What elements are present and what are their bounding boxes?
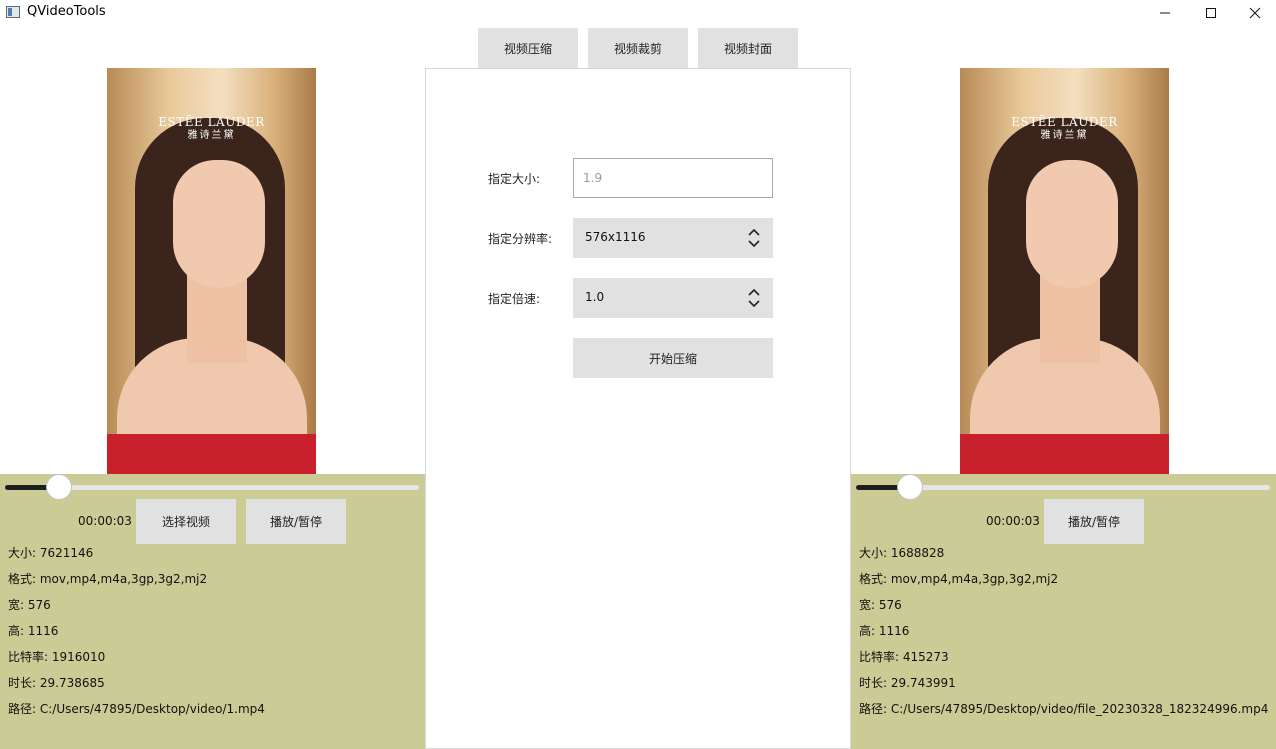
output-info-panel: 00:00:03 播放/暂停 大小: 1688828 格式: mov,mp4,m…	[851, 474, 1276, 749]
speed-select[interactable]: 1.0	[573, 278, 773, 318]
tab-video-cover[interactable]: 视频封面	[698, 28, 798, 68]
minimize-icon	[1160, 12, 1170, 14]
select-video-button[interactable]: 选择视频	[136, 499, 236, 544]
brand-logo: ESTĒE LAUDER 雅诗兰黛	[158, 115, 265, 142]
tab-video-compress[interactable]: 视频压缩	[478, 28, 578, 68]
app-icon	[6, 6, 20, 18]
speed-value: 1.0	[585, 290, 605, 304]
speed-label: 指定倍速:	[488, 292, 541, 306]
output-video-preview: ESTĒE LAUDER 雅诗兰黛	[960, 68, 1169, 474]
updown-chevron-icon	[748, 228, 760, 248]
source-path: 路径: C:/Users/47895/Desktop/video/1.mp4	[8, 702, 265, 716]
output-format: 格式: mov,mp4,m4a,3gp,3g2,mj2	[859, 572, 1059, 586]
source-time-label: 00:00:03	[78, 514, 132, 528]
slider-handle[interactable]	[45, 474, 72, 500]
start-compress-button[interactable]: 开始压缩	[573, 338, 773, 378]
output-path: 路径: C:/Users/47895/Desktop/video/file_20…	[859, 702, 1269, 716]
source-size: 大小: 7621146	[8, 546, 94, 560]
maximize-button[interactable]	[1188, 0, 1234, 26]
updown-chevron-icon	[748, 288, 760, 308]
source-progress-slider[interactable]	[5, 474, 419, 500]
maximize-icon	[1206, 8, 1216, 18]
tab-video-crop[interactable]: 视频裁剪	[588, 28, 688, 68]
output-width: 宽: 576	[859, 598, 902, 612]
title-bar: QVideoTools	[0, 0, 1276, 26]
size-input[interactable]	[573, 158, 773, 198]
resolution-select[interactable]: 576x1116	[573, 218, 773, 258]
output-progress-slider[interactable]	[856, 474, 1270, 500]
window-title: QVideoTools	[27, 4, 106, 19]
output-play-pause-button[interactable]: 播放/暂停	[1044, 499, 1144, 544]
output-time-label: 00:00:03	[986, 514, 1040, 528]
resolution-value: 576x1116	[585, 230, 646, 244]
source-height: 高: 1116	[8, 624, 59, 638]
resolution-label: 指定分辨率:	[488, 232, 553, 246]
source-video-preview: ESTĒE LAUDER 雅诗兰黛	[107, 68, 316, 474]
slider-handle[interactable]	[896, 474, 923, 500]
output-height: 高: 1116	[859, 624, 910, 638]
source-bitrate: 比特率: 1916010	[8, 650, 106, 664]
brand-logo: ESTĒE LAUDER 雅诗兰黛	[1011, 115, 1118, 142]
minimize-button[interactable]	[1142, 0, 1188, 26]
close-icon	[1249, 7, 1261, 19]
source-format: 格式: mov,mp4,m4a,3gp,3g2,mj2	[8, 572, 208, 586]
close-button[interactable]	[1232, 0, 1276, 26]
output-size: 大小: 1688828	[859, 546, 945, 560]
output-duration: 时长: 29.743991	[859, 676, 956, 690]
source-duration: 时长: 29.738685	[8, 676, 105, 690]
size-label: 指定大小:	[488, 172, 541, 186]
source-info-panel: 00:00:03 选择视频 播放/暂停 大小: 7621146 格式: mov,…	[0, 474, 425, 749]
source-play-pause-button[interactable]: 播放/暂停	[246, 499, 346, 544]
source-width: 宽: 576	[8, 598, 51, 612]
output-bitrate: 比特率: 415273	[859, 650, 949, 664]
